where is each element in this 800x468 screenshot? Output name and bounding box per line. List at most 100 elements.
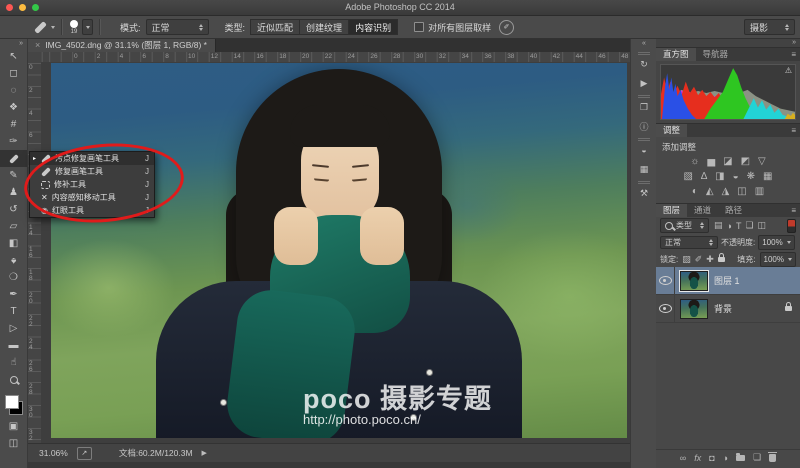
layer-filter-kind-icon[interactable]: T bbox=[736, 221, 742, 231]
eyedropper-tool[interactable]: ✑ bbox=[0, 133, 27, 150]
type-button[interactable]: 创建纹理 bbox=[299, 19, 348, 35]
info-panel-button[interactable]: ⓘ bbox=[631, 118, 657, 134]
document-tab[interactable]: × IMG_4502.dng @ 31.1% (图层 1, RGB/8) * bbox=[27, 38, 216, 52]
adjustment-icon[interactable]: ▥ bbox=[755, 186, 764, 198]
blur-tool[interactable]: ♠ bbox=[0, 252, 27, 269]
screen-mode-button[interactable]: ◫ bbox=[0, 435, 27, 452]
drag-handle[interactable] bbox=[638, 95, 650, 96]
tab-navigator[interactable]: 导航器 bbox=[696, 48, 736, 61]
adjustment-icon[interactable]: ☼ bbox=[690, 156, 699, 168]
flyout-item[interactable]: ✕内容感知移动工具J bbox=[30, 191, 154, 204]
move-tool[interactable]: ↖ bbox=[0, 48, 27, 65]
shape-tool[interactable]: ▬ bbox=[0, 337, 27, 354]
tab-layers[interactable]: 图层 bbox=[656, 204, 687, 217]
flyout-item[interactable]: 修补工具J bbox=[30, 178, 154, 191]
adjustment-icon[interactable]: ▧ bbox=[684, 171, 693, 183]
drag-handle[interactable] bbox=[638, 138, 650, 139]
layer-row[interactable]: 背景 bbox=[656, 295, 800, 323]
mode-select[interactable]: 正常 bbox=[146, 19, 209, 35]
layer-visibility-toggle[interactable] bbox=[656, 267, 675, 294]
tablet-pressure-icon[interactable]: ✐ bbox=[499, 20, 514, 35]
path-selection-tool[interactable]: ▷ bbox=[0, 320, 27, 337]
layer-filter-kind-icon[interactable]: ◫ bbox=[758, 220, 767, 231]
layer-thumbnail[interactable] bbox=[680, 271, 708, 291]
toolbar-collapse-button[interactable]: » bbox=[19, 40, 23, 47]
adjustment-icon[interactable]: ◮ bbox=[722, 186, 730, 198]
tab-adjustments[interactable]: 调整 bbox=[656, 124, 687, 137]
history-panel-button[interactable]: ↻ bbox=[631, 56, 657, 72]
lock-icon[interactable]: ▨ bbox=[682, 254, 691, 265]
adjustment-icon[interactable]: ◩ bbox=[741, 156, 750, 168]
lock-icon[interactable]: ✚ bbox=[706, 254, 714, 265]
sample-all-layers-checkbox[interactable] bbox=[414, 22, 424, 32]
canvas[interactable]: poco 摄影专题 http://photo.poco.cn/ bbox=[41, 62, 630, 444]
adjustment-icon[interactable]: ▽ bbox=[758, 156, 766, 168]
adjustment-icon[interactable]: ◪ bbox=[723, 156, 732, 168]
flyout-item[interactable]: ◉红眼工具J bbox=[30, 204, 154, 217]
layer-name[interactable]: 图层 1 bbox=[714, 274, 800, 287]
folder-button[interactable] bbox=[736, 453, 745, 463]
flyout-item[interactable]: 修复画笔工具J bbox=[30, 165, 154, 178]
adjustment-icon[interactable]: ◒ bbox=[733, 171, 739, 183]
adjustment-icon[interactable]: ▦ bbox=[763, 171, 772, 183]
workspace-select[interactable]: 摄影 bbox=[744, 19, 795, 35]
mask-button[interactable]: ◘ bbox=[709, 453, 714, 463]
drag-handle[interactable] bbox=[638, 181, 650, 182]
adjustment-icon[interactable]: ◨ bbox=[715, 171, 724, 183]
crop-tool[interactable]: # bbox=[0, 116, 27, 133]
type-tool[interactable]: T bbox=[0, 303, 27, 320]
actions-panel-button[interactable]: ▶ bbox=[631, 75, 657, 91]
pen-tool[interactable]: ✒ bbox=[0, 286, 27, 303]
quick-selection-tool[interactable]: ❖ bbox=[0, 99, 27, 116]
marquee-tool[interactable]: ◻ bbox=[0, 65, 27, 82]
lock-all-icon[interactable] bbox=[718, 257, 725, 262]
blend-mode-select[interactable]: 正常 bbox=[660, 236, 718, 249]
panel-menu-icon[interactable]: ≡ bbox=[791, 124, 796, 137]
trash-button[interactable] bbox=[769, 452, 776, 464]
tool-presets-panel-button[interactable]: ⚒ bbox=[631, 185, 657, 201]
adjustment-icon[interactable]: ◐ bbox=[692, 186, 698, 198]
lasso-tool[interactable]: ◌ bbox=[0, 82, 27, 99]
clone-source-panel-button[interactable]: ❐ bbox=[631, 99, 657, 115]
drag-handle[interactable] bbox=[638, 52, 650, 53]
adjustment-icon[interactable]: ◫ bbox=[737, 186, 746, 198]
spot-healing-brush-tool[interactable] bbox=[0, 150, 27, 167]
color-panel-button[interactable]: ◒ bbox=[631, 142, 657, 158]
filter-toggle-switch[interactable] bbox=[787, 219, 796, 233]
lock-icon[interactable]: ✐ bbox=[695, 254, 703, 265]
dock-expand-button[interactable]: « bbox=[631, 38, 657, 48]
fx-button[interactable]: fx bbox=[694, 453, 701, 463]
layer-name[interactable]: 背景 bbox=[714, 302, 785, 315]
new-layer-button[interactable]: ❏ bbox=[753, 452, 761, 463]
close-tab-icon[interactable]: × bbox=[35, 40, 40, 50]
brush-tool[interactable]: ✎ bbox=[0, 167, 27, 184]
export-icon[interactable]: ↗ bbox=[77, 447, 92, 460]
history-brush-tool[interactable]: ↺ bbox=[0, 201, 27, 218]
layer-row[interactable]: 图层 1 bbox=[656, 267, 800, 295]
clone-stamp-tool[interactable]: ♟ bbox=[0, 184, 27, 201]
adjustment-icon[interactable]: ◭ bbox=[706, 186, 714, 198]
zoom-tool[interactable] bbox=[0, 371, 27, 388]
status-arrow-icon[interactable]: ▶ bbox=[202, 449, 207, 457]
adjustment-button[interactable]: ◑ bbox=[723, 453, 728, 463]
adjustment-icon[interactable]: ❋ bbox=[747, 171, 755, 183]
panel-menu-icon[interactable]: ≡ bbox=[791, 48, 796, 61]
panels-collapse-button[interactable]: » bbox=[656, 38, 800, 47]
fill-field[interactable]: 100% bbox=[760, 252, 796, 267]
layer-visibility-toggle[interactable] bbox=[656, 295, 675, 322]
hand-tool[interactable]: ☝ bbox=[0, 354, 27, 371]
layer-filter-select[interactable]: 类型 bbox=[660, 218, 709, 233]
tool-preset-caret-icon[interactable] bbox=[51, 26, 55, 29]
panel-menu-icon[interactable]: ≡ bbox=[791, 204, 796, 217]
zoom-level-field[interactable]: 31.06% bbox=[39, 448, 68, 458]
brush-preset-picker[interactable]: 19 bbox=[70, 20, 78, 35]
link-button[interactable]: ∞ bbox=[680, 453, 686, 463]
quick-mask-button[interactable]: ▣ bbox=[0, 418, 27, 435]
layer-filter-kind-icon[interactable]: ◑ bbox=[727, 221, 732, 231]
opacity-field[interactable]: 100% bbox=[758, 235, 794, 250]
dodge-tool[interactable]: ❍ bbox=[0, 269, 27, 286]
type-button[interactable]: 内容识别 bbox=[348, 19, 398, 35]
flyout-item[interactable]: ▸污点修复画笔工具J bbox=[30, 152, 154, 165]
adjustment-icon[interactable]: ▅ bbox=[707, 156, 715, 168]
histogram-warning-icon[interactable]: ⚠ bbox=[785, 66, 792, 75]
